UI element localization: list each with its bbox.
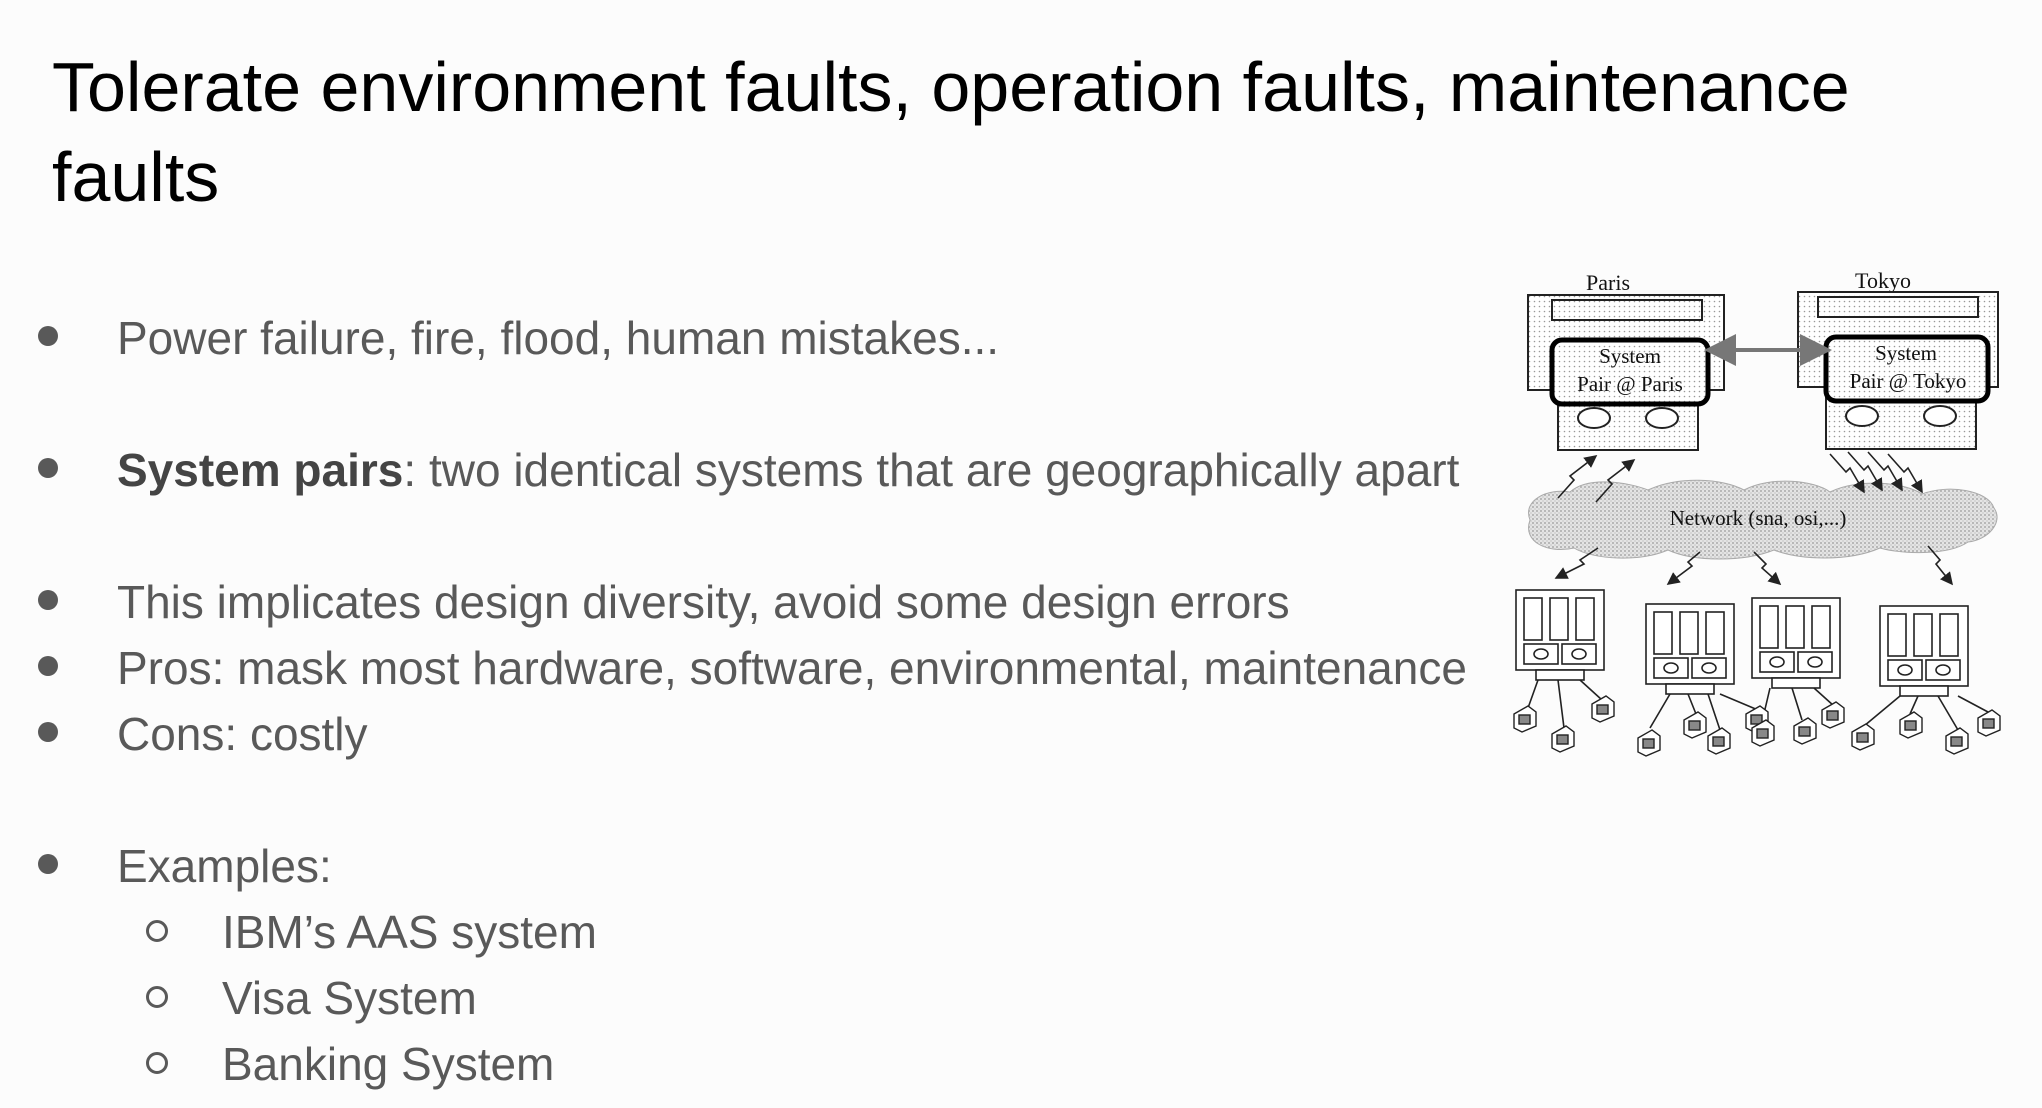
- client-computer-icon: [1515, 589, 1605, 681]
- paris-box-line2: Pair @ Paris: [1577, 372, 1683, 396]
- terminal-icon: [1793, 717, 1817, 745]
- terminal-icon: [1821, 701, 1845, 729]
- terminal-icon: [1899, 711, 1923, 739]
- hollow-bullet-icon: [146, 1052, 168, 1074]
- terminal-icon: [1945, 727, 1969, 755]
- bullet-text: Pros: mask most hardware, software, envi…: [117, 642, 1467, 694]
- bullet-text: System pairs: two identical systems that…: [117, 440, 1459, 500]
- slide-title: Tolerate environment faults, operation f…: [52, 48, 1850, 216]
- bullet-text: This implicates design diversity, avoid …: [117, 576, 1290, 628]
- bullet-dot-icon: [38, 656, 58, 676]
- bullet-dot-icon: [38, 458, 58, 478]
- bullet-text-rest: : two identical systems that are geograp…: [403, 444, 1460, 496]
- terminal-icon: [1637, 729, 1661, 757]
- terminal-icon: [1851, 723, 1875, 751]
- tokyo-box-line2: Pair @ Tokyo: [1850, 369, 1967, 393]
- bullet-text: Cons: costly: [117, 708, 368, 760]
- site-label-tokyo: Tokyo: [1855, 268, 1911, 293]
- bullet-dot-icon: [38, 854, 58, 874]
- hollow-bullet-icon: [146, 986, 168, 1008]
- terminal-icon: [1591, 695, 1615, 723]
- site-label-paris: Paris: [1586, 270, 1630, 295]
- bullet-dot-icon: [38, 590, 58, 610]
- hollow-bullet-icon: [146, 920, 168, 942]
- sub-bullet-text: Visa System: [222, 972, 477, 1024]
- network-label: Network (sna, osi,...): [1670, 506, 1847, 530]
- bullet-text: Power failure, fire, flood, human mistak…: [117, 312, 1000, 364]
- tokyo-box-line1: System: [1875, 341, 1937, 365]
- sub-bullet-text: Banking System: [222, 1038, 555, 1090]
- system-pair-diagram: Paris Tokyo System Pair @ Paris System P…: [1513, 268, 2001, 757]
- terminal-icon: [1551, 725, 1575, 753]
- client-computer-icon: [1751, 597, 1841, 689]
- bullet-dot-icon: [38, 722, 58, 742]
- bullet-bold-term: System pairs: [117, 444, 404, 496]
- paris-box-line1: System: [1599, 344, 1661, 368]
- terminal-icon: [1683, 711, 1707, 739]
- client-computer-icon: [1645, 603, 1735, 695]
- terminal-icon: [1977, 709, 2001, 737]
- client-computer-icon: [1879, 605, 1969, 697]
- sub-bullet-text: IBM’s AAS system: [222, 906, 597, 958]
- terminal-icon: [1707, 727, 1731, 755]
- bullet-text: Examples:: [117, 840, 332, 892]
- bullet-dot-icon: [38, 326, 58, 346]
- terminal-icon: [1513, 705, 1537, 733]
